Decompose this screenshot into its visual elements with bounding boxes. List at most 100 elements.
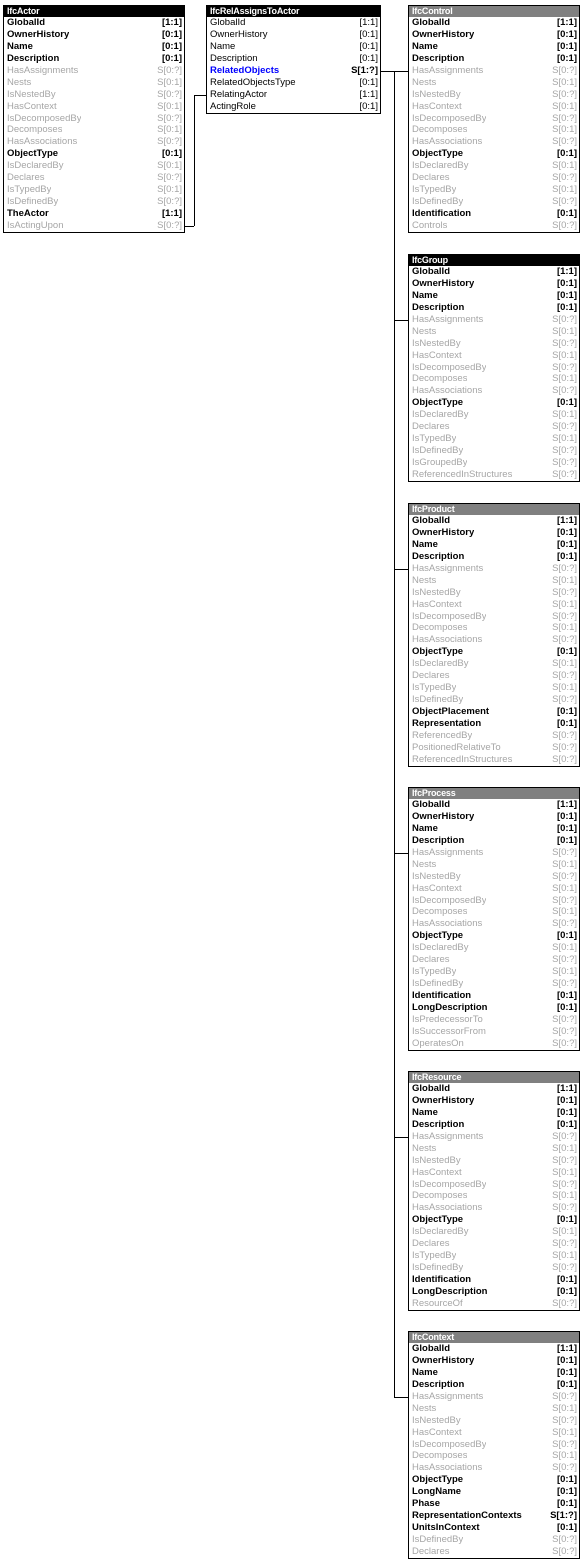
attribute-row[interactable]: GlobalId [1:1] <box>409 515 579 527</box>
attribute-row[interactable]: Identification [0:1] <box>409 1274 579 1286</box>
attribute-row[interactable]: GlobalId [1:1] <box>409 799 579 811</box>
attribute-row[interactable]: IsDefinedBy S[0:?] <box>409 694 579 706</box>
attribute-row[interactable]: ActingRole [0:1] <box>207 101 380 113</box>
attribute-row[interactable]: GlobalId [1:1] <box>207 17 380 29</box>
attribute-row[interactable]: Name [0:1] <box>409 823 579 835</box>
attribute-row[interactable]: ObjectType [0:1] <box>409 646 579 658</box>
attribute-row[interactable]: ResourceOf S[0:?] <box>409 1298 579 1310</box>
attribute-row[interactable]: Description [0:1] <box>409 835 579 847</box>
attribute-row[interactable]: IsDecomposedBy S[0:?] <box>409 611 579 623</box>
attribute-row[interactable]: IsNestedBy S[0:?] <box>4 89 184 101</box>
attribute-row[interactable]: Representation [0:1] <box>409 718 579 730</box>
attribute-row[interactable]: GlobalId [1:1] <box>4 17 184 29</box>
attribute-row[interactable]: RepresentationContexts S[1:?] <box>409 1510 579 1522</box>
attribute-row[interactable]: OwnerHistory [0:1] <box>409 1355 579 1367</box>
attribute-row[interactable]: IsDecomposedBy S[0:?] <box>4 113 184 125</box>
attribute-row[interactable]: OwnerHistory [0:1] <box>409 278 579 290</box>
attribute-row[interactable]: IsTypedBy S[0:1] <box>4 184 184 196</box>
attribute-row[interactable]: IsNestedBy S[0:?] <box>409 1415 579 1427</box>
attribute-row[interactable]: Nests S[0:1] <box>409 1403 579 1415</box>
attribute-row[interactable]: ObjectType [0:1] <box>409 397 579 409</box>
attribute-row[interactable]: LongDescription [0:1] <box>409 1002 579 1014</box>
attribute-row[interactable]: Nests S[0:1] <box>409 1143 579 1155</box>
attribute-row[interactable]: Identification [0:1] <box>409 990 579 1002</box>
attribute-row[interactable]: IsTypedBy S[0:1] <box>409 1250 579 1262</box>
attribute-row[interactable]: IsDecomposedBy S[0:?] <box>409 113 579 125</box>
attribute-row[interactable]: Decomposes S[0:1] <box>409 373 579 385</box>
attribute-row[interactable]: HasAssociations S[0:?] <box>409 136 579 148</box>
attribute-row[interactable]: IsDeclaredBy S[0:1] <box>409 658 579 670</box>
attribute-row[interactable]: Name [0:1] <box>409 290 579 302</box>
entity-box-ifcactor[interactable]: IfcActor GlobalId [1:1] OwnerHistory [0:1] Na… <box>3 5 185 234</box>
attribute-row[interactable]: ObjectType [0:1] <box>4 148 184 160</box>
attribute-row[interactable]: HasContext S[0:1] <box>409 101 579 113</box>
attribute-row[interactable]: Description [0:1] <box>409 1119 579 1131</box>
attribute-row[interactable]: OwnerHistory [0:1] <box>4 29 184 41</box>
attribute-row[interactable]: IsNestedBy S[0:?] <box>409 587 579 599</box>
attribute-row[interactable]: Name [0:1] <box>409 539 579 551</box>
attribute-row[interactable]: ObjectPlacement [0:1] <box>409 706 579 718</box>
attribute-row[interactable]: LongDescription [0:1] <box>409 1286 579 1298</box>
attribute-row[interactable]: ObjectType [0:1] <box>409 1214 579 1226</box>
attribute-row[interactable]: OperatesOn S[0:?] <box>409 1038 579 1050</box>
entity-box-ifcgroup[interactable]: IfcGroup GlobalId [1:1] OwnerHistory [0:1] Na… <box>408 254 580 483</box>
attribute-row[interactable]: HasAssociations S[0:?] <box>409 634 579 646</box>
attribute-row[interactable]: Description [0:1] <box>4 53 184 65</box>
attribute-row[interactable]: ObjectType [0:1] <box>409 1474 579 1486</box>
attribute-row[interactable]: ObjectType [0:1] <box>409 930 579 942</box>
attribute-row[interactable]: HasAssignments S[0:?] <box>409 847 579 859</box>
attribute-row[interactable]: IsDeclaredBy S[0:1] <box>409 1226 579 1238</box>
attribute-row[interactable]: Decomposes S[0:1] <box>409 1450 579 1462</box>
attribute-row[interactable]: Declares S[0:?] <box>409 1238 579 1250</box>
attribute-row[interactable]: HasAssociations S[0:?] <box>409 385 579 397</box>
attribute-row[interactable]: Declares S[0:?] <box>409 421 579 433</box>
attribute-row[interactable]: Nests S[0:1] <box>409 859 579 871</box>
attribute-row[interactable]: Nests S[0:1] <box>4 77 184 89</box>
attribute-row[interactable]: IsDeclaredBy S[0:1] <box>409 160 579 172</box>
attribute-row[interactable]: Nests S[0:1] <box>409 77 579 89</box>
attribute-row[interactable]: IsSuccessorFrom S[0:?] <box>409 1026 579 1038</box>
attribute-row[interactable]: IsTypedBy S[0:1] <box>409 966 579 978</box>
attribute-row[interactable]: HasContext S[0:1] <box>409 599 579 611</box>
attribute-row[interactable]: Controls S[0:?] <box>409 220 579 232</box>
attribute-row[interactable]: IsNestedBy S[0:?] <box>409 338 579 350</box>
attribute-row[interactable]: GlobalId [1:1] <box>409 17 579 29</box>
attribute-row[interactable]: Decomposes S[0:1] <box>409 1190 579 1202</box>
attribute-row[interactable]: Description [0:1] <box>207 53 380 65</box>
attribute-row[interactable]: IsNestedBy S[0:?] <box>409 89 579 101</box>
attribute-row[interactable]: PositionedRelativeTo S[0:?] <box>409 742 579 754</box>
attribute-row[interactable]: IsDeclaredBy S[0:1] <box>4 160 184 172</box>
attribute-row[interactable]: IsDefinedBy S[0:?] <box>409 978 579 990</box>
attribute-row[interactable]: IsDecomposedBy S[0:?] <box>409 895 579 907</box>
attribute-row[interactable]: Declares S[0:?] <box>409 172 579 184</box>
entity-box-ifcproduct[interactable]: IfcProduct GlobalId [1:1] OwnerHistory [0:1]… <box>408 503 580 767</box>
attribute-row[interactable]: RelatingActor [1:1] <box>207 89 380 101</box>
attribute-row[interactable]: IsDefinedBy S[0:?] <box>409 196 579 208</box>
entity-box-ifcresource[interactable]: IfcResource GlobalId [1:1] OwnerHistory [0:1… <box>408 1071 580 1312</box>
attribute-row[interactable]: ReferencedBy S[0:?] <box>409 730 579 742</box>
attribute-row[interactable]: OwnerHistory [0:1] <box>409 1095 579 1107</box>
attribute-row[interactable]: HasAssignments S[0:?] <box>409 314 579 326</box>
attribute-row[interactable]: Description [0:1] <box>409 1379 579 1391</box>
attribute-row[interactable]: IsDecomposedBy S[0:?] <box>409 1439 579 1451</box>
attribute-row[interactable]: GlobalId [1:1] <box>409 1083 579 1095</box>
attribute-row[interactable]: IsNestedBy S[0:?] <box>409 1155 579 1167</box>
attribute-row[interactable]: ReferencedInStructures S[0:?] <box>409 754 579 766</box>
entity-box-ifcrelassignstoactor[interactable]: IfcRelAssignsToActor GlobalId [1:1] OwnerHi… <box>206 5 381 114</box>
attribute-row[interactable]: HasAssociations S[0:?] <box>4 136 184 148</box>
attribute-row[interactable]: IsPredecessorTo S[0:?] <box>409 1014 579 1026</box>
attribute-row[interactable]: Description [0:1] <box>409 53 579 65</box>
attribute-row[interactable]: IsDefinedBy S[0:?] <box>409 445 579 457</box>
attribute-row[interactable]: IsDefinedBy S[0:?] <box>409 1262 579 1274</box>
attribute-row[interactable]: Identification [0:1] <box>409 208 579 220</box>
attribute-row[interactable]: Name [0:1] <box>409 1107 579 1119</box>
attribute-row[interactable]: Name [0:1] <box>207 41 380 53</box>
attribute-row[interactable]: HasAssignments S[0:?] <box>409 65 579 77</box>
attribute-row[interactable]: HasContext S[0:1] <box>4 101 184 113</box>
attribute-row[interactable]: HasContext S[0:1] <box>409 350 579 362</box>
attribute-row[interactable]: Name [0:1] <box>409 41 579 53</box>
attribute-row[interactable]: IsTypedBy S[0:1] <box>409 433 579 445</box>
entity-box-ifccontext[interactable]: IfcContext GlobalId [1:1] OwnerHistory [0:1]… <box>408 1331 580 1560</box>
attribute-row[interactable]: IsDeclaredBy S[0:1] <box>409 942 579 954</box>
attribute-row[interactable]: IsActingUpon S[0:?] <box>4 220 184 232</box>
